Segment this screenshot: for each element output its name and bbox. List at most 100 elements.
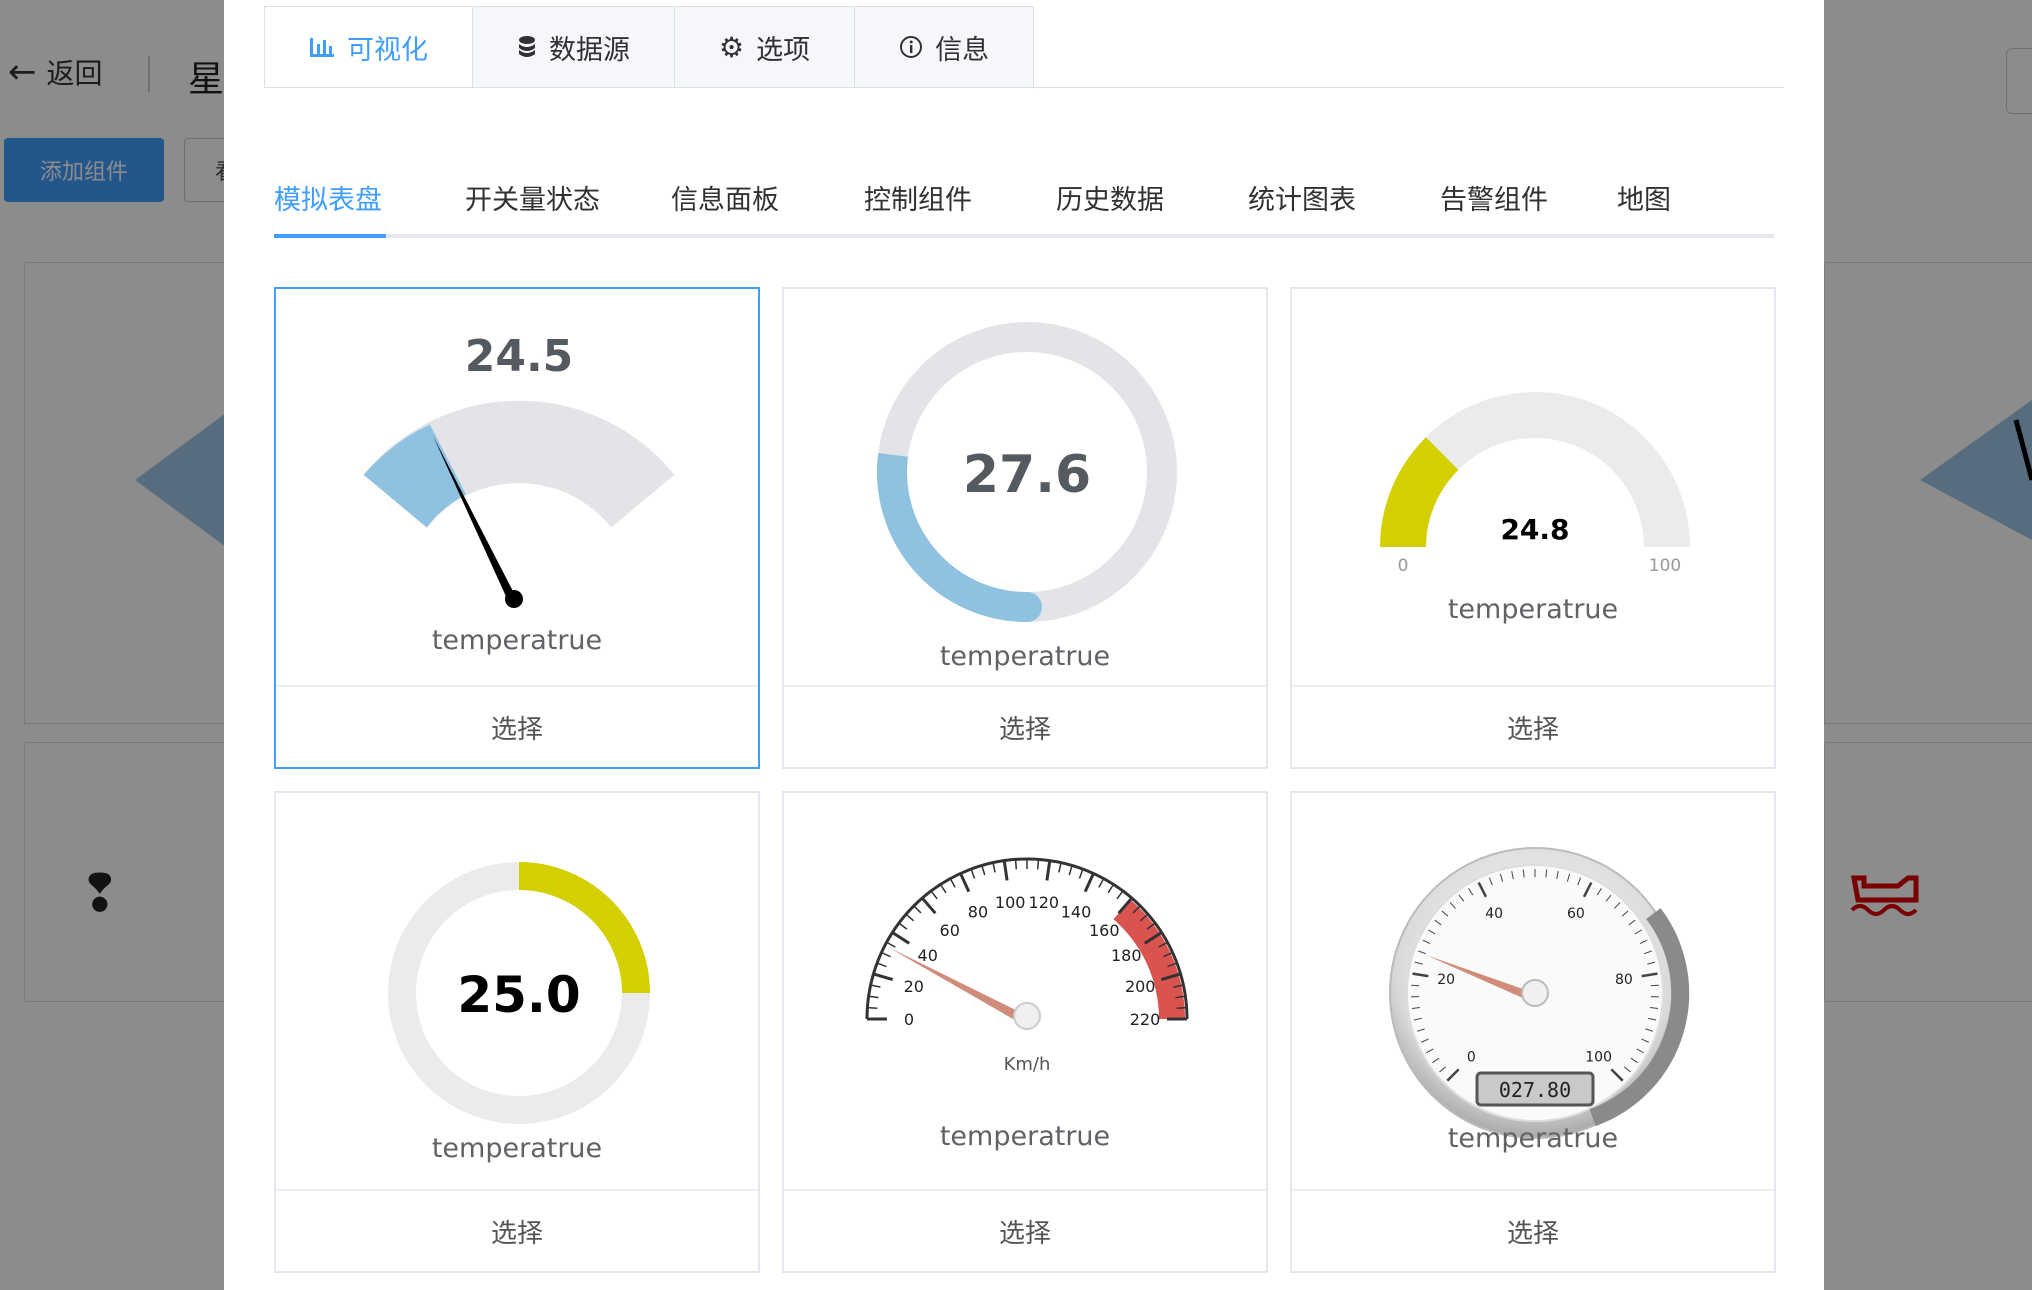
speed-tick-label: 140 <box>1061 903 1092 922</box>
subtab-analog-gauge[interactable]: 模拟表盘 <box>274 178 382 217</box>
subtab-statistics[interactable]: 统计图表 <box>1248 178 1356 217</box>
gauge-unit: Km/h <box>1004 1054 1051 1075</box>
category-tabs: 模拟表盘 开关量状态 信息面板 控制组件 历史数据 统计图表 告警组件 地图 <box>274 178 1774 238</box>
select-button[interactable]: 选择 <box>1292 1189 1774 1271</box>
speed-tick <box>881 951 891 958</box>
gear-icon: ⚙ <box>719 30 745 64</box>
speed-tick <box>1116 890 1124 900</box>
tab-options[interactable]: ⚙ 选项 <box>675 6 856 88</box>
dial-tick-label: 20 <box>1437 972 1455 988</box>
gauge-preview: 27.6 temperatrue <box>784 289 1266 689</box>
dial-tick-label: 100 <box>1585 1050 1612 1066</box>
gauge-card-sector[interactable]: 24.5 temperatrue 选择 <box>274 287 760 769</box>
gauge-card-donut[interactable]: 25.0 temperatrue 选择 <box>274 791 760 1273</box>
speed-tick-label: 160 <box>1089 921 1120 940</box>
speed-tick <box>905 913 915 922</box>
speed-tick <box>921 897 937 915</box>
subtab-active-indicator <box>274 234 386 238</box>
gauge-card-ring[interactable]: 27.6 temperatrue 选择 <box>782 287 1268 769</box>
dial-tick-label: 80 <box>1615 972 1633 988</box>
dial-tick-label: 0 <box>1467 1050 1476 1066</box>
gauge-label: temperatrue <box>431 1133 603 1164</box>
dial-tick-label: 40 <box>1485 906 1503 922</box>
gauge-value: 25.0 <box>457 966 580 1024</box>
speed-tick-label: 80 <box>968 903 988 922</box>
speed-tick <box>1078 868 1084 879</box>
info-icon <box>899 35 923 59</box>
tab-visualization[interactable]: 可视化 <box>264 6 473 88</box>
gauge-label: temperatrue <box>1447 1123 1619 1154</box>
dial-tick <box>1650 984 1659 987</box>
speed-tick <box>898 922 908 930</box>
gauge-label: temperatrue <box>1447 594 1619 625</box>
speed-tick <box>981 865 986 876</box>
gauge-card-half[interactable]: 24.8 0 100 temperatrue 选择 <box>1290 287 1776 769</box>
speed-tick <box>876 962 887 968</box>
gauge-preview: 0 20 40 60 80 100 120 140 160 180 200 220 Km/h temp… <box>784 793 1266 1193</box>
speed-tick <box>868 995 879 999</box>
speed-tick <box>1014 859 1018 870</box>
subtab-underline <box>274 234 1774 238</box>
gauge-label: temperatrue <box>939 1121 1111 1152</box>
gauge-max: 100 <box>1649 556 1681 576</box>
speed-tick <box>867 1006 878 1010</box>
speed-tick <box>891 931 911 945</box>
speed-tick-label: 40 <box>918 946 938 965</box>
speed-tick <box>1036 859 1040 870</box>
select-button[interactable]: 选择 <box>784 685 1266 767</box>
gauge-label: temperatrue <box>431 625 603 656</box>
speed-tick <box>1083 872 1095 893</box>
speed-tick <box>913 905 922 914</box>
speed-tick-label: 60 <box>940 921 960 940</box>
speed-tick-label: 120 <box>1029 893 1060 912</box>
subtab-history[interactable]: 历史数据 <box>1056 178 1164 217</box>
tab-info[interactable]: 信息 <box>855 6 1035 88</box>
select-button[interactable]: 选择 <box>276 685 758 767</box>
speed-tick-label: 220 <box>1130 1010 1161 1029</box>
speed-tick <box>1107 883 1115 894</box>
speed-tick <box>949 878 956 888</box>
subtab-info-panel[interactable]: 信息面板 <box>671 178 779 217</box>
tab-datasource[interactable]: 数据源 <box>473 6 675 88</box>
speed-tick-label: 0 <box>904 1010 914 1029</box>
speed-tick <box>930 890 938 900</box>
database-icon <box>517 35 537 59</box>
subtab-alarm[interactable]: 告警组件 <box>1440 178 1548 217</box>
speed-tick <box>1058 862 1062 873</box>
bar-chart-icon <box>309 36 335 58</box>
gauge-preview: 0 20 40 60 80 100 027.80 temperatrue <box>1292 793 1774 1193</box>
gauge-label: temperatrue <box>939 641 1111 672</box>
speed-tick <box>992 862 996 873</box>
speed-tick <box>959 872 971 893</box>
gauge-card-analog-dial[interactable]: 0 20 40 60 80 100 027.80 temperatrue 选择 <box>1290 791 1776 1273</box>
subtab-switch-status[interactable]: 开关量状态 <box>465 178 600 217</box>
gauge-card-speedometer[interactable]: 0 20 40 60 80 100 120 140 160 180 200 220 Km/h temp… <box>782 791 1268 1273</box>
select-button[interactable]: 选择 <box>1292 685 1774 767</box>
subtab-map[interactable]: 地图 <box>1617 178 1671 217</box>
gauge-preview: 24.5 temperatrue <box>276 289 758 689</box>
gauge-value: 24.8 <box>1500 513 1569 546</box>
speed-tick <box>1045 860 1052 881</box>
speed-tick <box>1176 1006 1187 1010</box>
lcd-value: 027.80 <box>1499 1078 1571 1102</box>
speed-tick <box>1002 860 1009 881</box>
tab-bar-border <box>264 87 1784 88</box>
speed-tick <box>1098 878 1105 888</box>
gauge-value: 24.5 <box>465 331 574 382</box>
dial-tick-label: 60 <box>1567 906 1585 922</box>
speed-tick <box>970 868 976 879</box>
gauge-value: 27.6 <box>963 445 1091 505</box>
speed-tick-label: 200 <box>1125 977 1156 996</box>
dial-tick <box>1411 984 1420 987</box>
speed-tick <box>1068 865 1073 876</box>
speed-tick-label: 20 <box>904 977 924 996</box>
subtab-control[interactable]: 控制组件 <box>864 178 972 217</box>
gauge-preview: 24.8 0 100 temperatrue <box>1292 289 1774 689</box>
select-button[interactable]: 选择 <box>784 1189 1266 1271</box>
top-tab-bar: 可视化 数据源 ⚙ 选项 信息 <box>264 6 1035 88</box>
speed-tick <box>870 984 881 988</box>
speed-tick <box>939 883 947 894</box>
gauge-min: 0 <box>1398 556 1409 576</box>
component-picker-modal: 可视化 数据源 ⚙ 选项 信息 模拟表盘 开关量状态 信息面板 控制组件 历史数… <box>224 0 1824 1290</box>
select-button[interactable]: 选择 <box>276 1189 758 1271</box>
